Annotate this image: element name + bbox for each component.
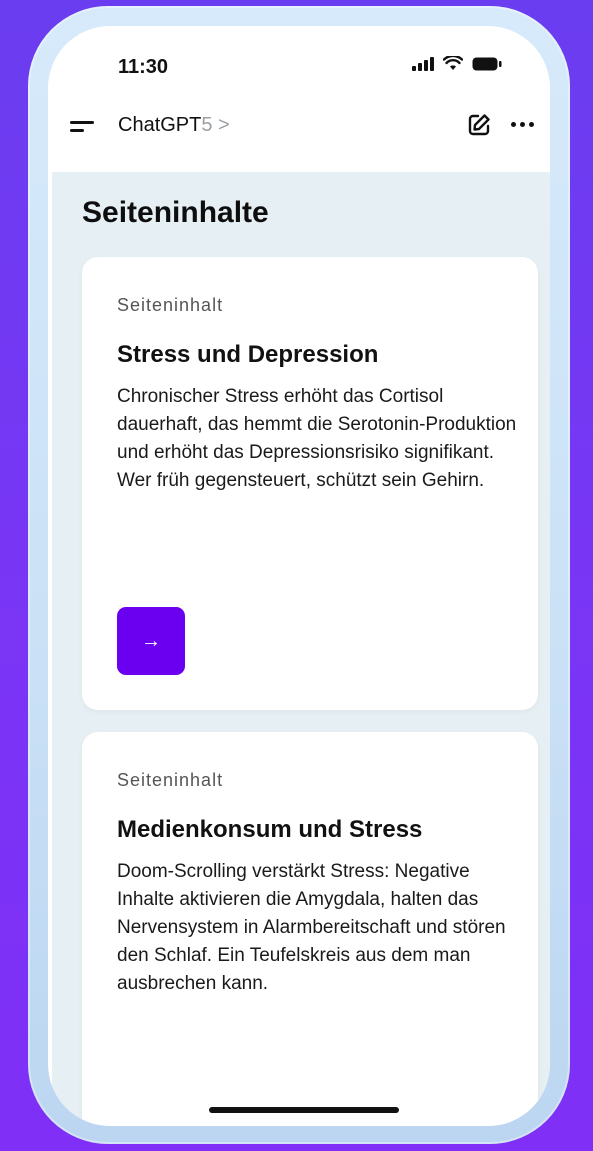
card-eyebrow: Seiteninhalt: [117, 295, 224, 315]
content-card: Seiteninhalt Medienkonsum und Stress Doo…: [82, 732, 538, 1126]
phone-screen: 11:30 ChatGPT5 > Seiteninhalte Seiteninh…: [48, 26, 550, 1126]
card-body: Doom-Scrolling verstärkt Stress: Negativ…: [117, 861, 506, 994]
card-title: Stress und Depression: [117, 341, 379, 368]
card-eyebrow: Seiteninhalt: [117, 770, 224, 790]
card-body: Chronischer Stress erhöht das Cortisol d…: [117, 386, 517, 491]
content-card: Seiteninhalt Stress und Depression Chron…: [82, 257, 538, 710]
wifi-icon: [443, 56, 463, 71]
menu-icon[interactable]: [70, 116, 96, 136]
card-title: Medienkonsum und Stress: [117, 816, 423, 843]
model-version: 5 >: [201, 114, 230, 136]
content-area: Seiteninhalte Seiteninhalt Stress und De…: [52, 172, 550, 1126]
status-icons: [412, 56, 502, 71]
app-name: ChatGPT: [118, 114, 202, 136]
page-title: Seiteninhalte: [82, 196, 269, 229]
signal-icon: [412, 56, 434, 71]
app-header: ChatGPT5 >: [48, 104, 550, 154]
status-time: 11:30: [118, 56, 169, 78]
more-icon[interactable]: [511, 122, 534, 127]
battery-icon: [472, 57, 502, 71]
home-indicator[interactable]: [209, 1107, 399, 1113]
arrow-right-button[interactable]: →: [117, 607, 185, 675]
model-selector[interactable]: ChatGPT5 >: [118, 114, 230, 137]
edit-icon[interactable]: [466, 112, 492, 143]
status-bar: 11:30: [48, 26, 550, 96]
